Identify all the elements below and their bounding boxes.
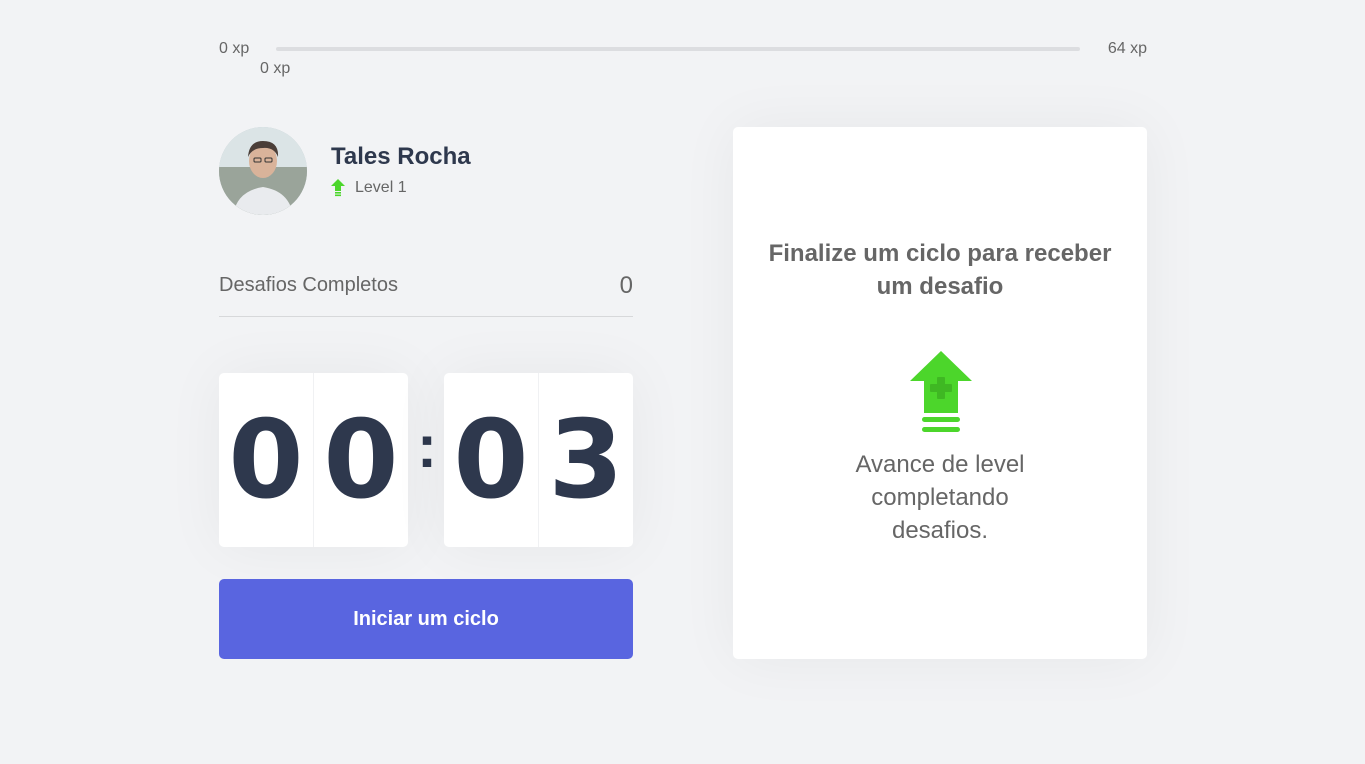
completed-challenges-label: Desafios Completos: [219, 274, 398, 296]
xp-min-label: 0 xp: [219, 40, 250, 57]
profile: Tales Rocha Level 1: [219, 127, 633, 215]
user-name: Tales Rocha: [331, 143, 471, 170]
second-digit-left: 0: [444, 373, 539, 547]
countdown-seconds: 0 3: [444, 373, 633, 547]
user-photo-icon: [219, 127, 307, 215]
challenge-box-description: Avance de level completando desafios.: [855, 451, 1025, 544]
countdown-minutes: 0 0: [219, 373, 408, 547]
xp-track: [276, 47, 1080, 51]
challenge-box: Finalize um ciclo para receber um desafi…: [733, 127, 1147, 659]
minute-digit-left: 0: [219, 373, 314, 547]
start-cycle-button[interactable]: Iniciar um ciclo: [219, 579, 633, 659]
countdown: 0 0 : 0 3: [219, 373, 633, 547]
xp-current-label: 0 xp: [260, 60, 291, 77]
countdown-separator: :: [417, 413, 437, 480]
avatar: [219, 127, 307, 215]
user-level: Level 1: [331, 179, 407, 197]
level-label: Level 1: [355, 179, 407, 196]
second-digit-right: 3: [548, 397, 624, 523]
completed-challenges: Desafios Completos 0: [219, 264, 633, 317]
experience-bar: 0 xp 0 xp 64 xp: [219, 38, 1147, 78]
xp-max-label: 64 xp: [1107, 40, 1147, 57]
level-up-arrow-icon: [331, 179, 345, 197]
challenge-box-title: Finalize um ciclo para receber um desafi…: [768, 240, 1112, 300]
minute-digit-right: 0: [323, 397, 399, 523]
completed-challenges-count: 0: [619, 272, 633, 299]
level-up-icon: [910, 351, 972, 432]
